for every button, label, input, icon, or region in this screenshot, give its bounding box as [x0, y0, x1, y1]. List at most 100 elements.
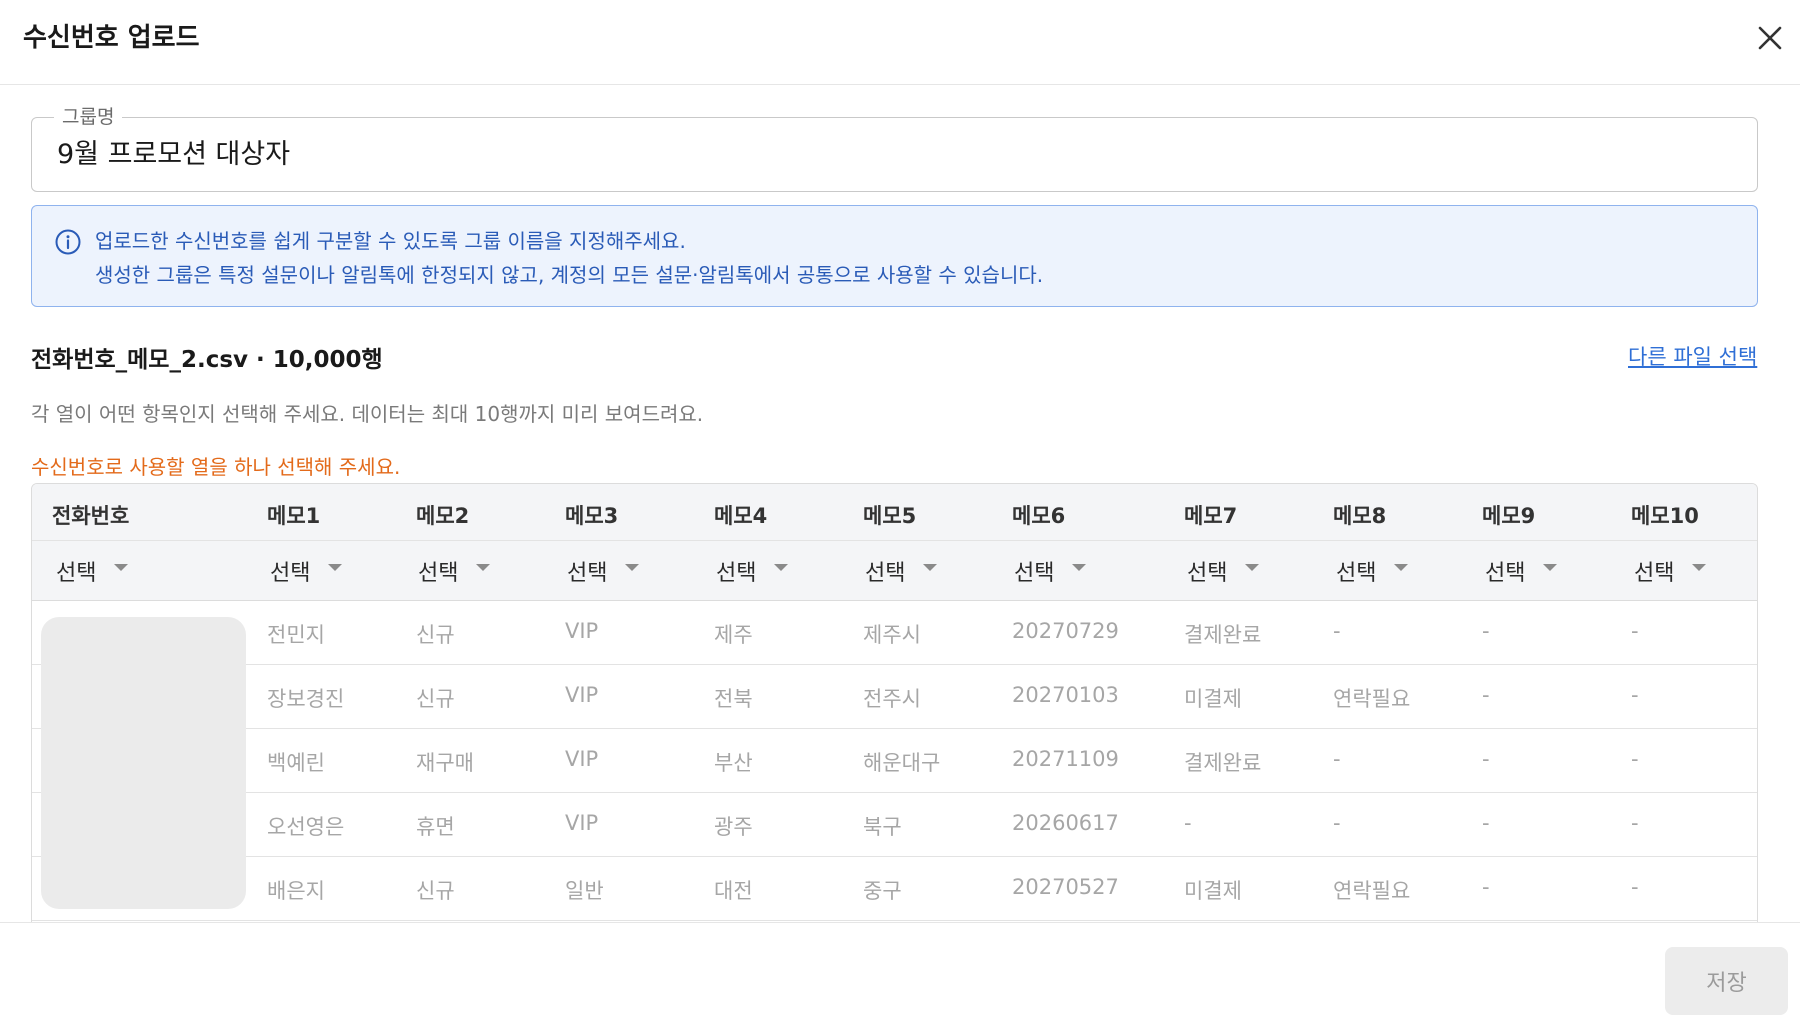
table-cell: -	[1631, 811, 1639, 835]
caret-down-icon	[1072, 563, 1087, 571]
column-type-dropdown[interactable]: 선택	[270, 553, 343, 589]
table-cell: 결제완료	[1184, 623, 1262, 647]
column-header: 메모7	[1184, 504, 1238, 528]
column-header: 메모6	[1012, 504, 1066, 528]
table-cell: VIP	[565, 747, 599, 771]
caret-down-icon	[476, 563, 491, 571]
column-type-dropdown[interactable]: 선택	[56, 553, 129, 589]
column-type-dropdown[interactable]: 선택	[716, 553, 789, 589]
table-cell: 휴면	[416, 815, 455, 839]
group-name-field: 그룹명	[31, 102, 1758, 192]
caret-down-icon	[1692, 563, 1707, 571]
table-cell: 미결제	[1184, 687, 1242, 711]
dropdown-label: 선택	[1336, 561, 1377, 586]
column-type-dropdown[interactable]: 선택	[865, 553, 938, 589]
table-cell: 전민지	[267, 623, 325, 647]
table-cell: -	[1333, 747, 1341, 771]
table-cell: -	[1631, 619, 1639, 643]
save-button[interactable]: 저장	[1665, 947, 1788, 1015]
phone-column-warning: 수신번호로 사용할 열을 하나 선택해 주세요.	[31, 455, 401, 479]
table-cell: -	[1482, 875, 1490, 899]
table-cell: 제주	[714, 623, 753, 647]
table-cell: VIP	[565, 811, 599, 835]
column-header: 메모3	[565, 504, 619, 528]
table-row: 장보경진 신규 VIP 전북 전주시 20270103 미결제 연락필요 - -	[32, 665, 1757, 729]
table-cell: -	[1482, 747, 1490, 771]
table-cell: 신규	[416, 687, 455, 711]
column-type-dropdown[interactable]: 선택	[1187, 553, 1260, 589]
table-cell: 신규	[416, 623, 455, 647]
table-row: 오선영은 휴면 VIP 광주 북구 20260617 - - - -	[32, 793, 1757, 857]
table-cell: -	[1631, 875, 1639, 899]
dropdown-label: 선택	[1634, 561, 1675, 586]
column-header: 메모4	[714, 504, 768, 528]
table-cell: -	[1184, 811, 1192, 835]
dropdown-label: 선택	[567, 561, 608, 586]
table-cell: 전북	[714, 687, 753, 711]
caret-down-icon	[1394, 563, 1409, 571]
table-cell: 20270103	[1012, 683, 1119, 707]
column-type-dropdown[interactable]: 선택	[1336, 553, 1409, 589]
preview-table: 전화번호 메모1 메모2 메모3 메모4 메모5 메모6 메모7 메모8 메모9 메모10 선택 선택…	[31, 483, 1758, 923]
table-cell: 미결제	[1184, 879, 1242, 903]
table-cell: 북구	[863, 815, 902, 839]
table-cell: 중구	[863, 879, 902, 903]
table-cell: -	[1333, 811, 1341, 835]
group-name-input[interactable]	[57, 136, 1657, 167]
table-cell: 연락필요	[1333, 879, 1411, 903]
group-name-label: 그룹명	[54, 102, 123, 129]
column-header: 메모8	[1333, 504, 1387, 528]
column-type-dropdown[interactable]: 선택	[1485, 553, 1558, 589]
table-row: 배은지 신규 일반 대전 중구 20270527 미결제 연락필요 - -	[32, 857, 1757, 921]
column-description: 각 열이 어떤 항목인지 선택해 주세요. 데이터는 최대 10행까지 미리 보…	[31, 402, 704, 426]
table-cell: 오선영은	[267, 815, 345, 839]
phone-column-mask	[41, 617, 246, 909]
column-header: 메모2	[416, 504, 470, 528]
caret-down-icon	[328, 563, 343, 571]
table-cell: 대전	[714, 879, 753, 903]
dropdown-label: 선택	[270, 561, 311, 586]
table-cell: -	[1631, 683, 1639, 707]
dropdown-label: 선택	[56, 561, 97, 586]
close-icon[interactable]	[1750, 18, 1790, 58]
table-cell: 전주시	[863, 687, 921, 711]
caret-down-icon	[114, 563, 129, 571]
info-banner: 업로드한 수신번호를 쉽게 구분할 수 있도록 그룹 이름을 지정해주세요. 생…	[31, 205, 1758, 307]
table-cell: 해운대구	[863, 751, 941, 775]
column-header: 메모9	[1482, 504, 1536, 528]
table-cell: 20260617	[1012, 811, 1119, 835]
table-cell: VIP	[565, 683, 599, 707]
table-cell: 연락필요	[1333, 687, 1411, 711]
table-cell: -	[1631, 747, 1639, 771]
table-cell: 백예린	[267, 751, 325, 775]
table-cell: 20271109	[1012, 747, 1119, 771]
change-file-link[interactable]: 다른 파일 선택	[1628, 341, 1757, 371]
table-cell: 20270729	[1012, 619, 1119, 643]
file-name: 전화번호_메모_2.csv · 10,000행	[31, 347, 383, 373]
column-type-dropdown[interactable]: 선택	[1634, 553, 1707, 589]
dropdown-label: 선택	[1485, 561, 1526, 586]
table-cell: 장보경진	[267, 687, 345, 711]
footer-divider	[0, 922, 1800, 923]
dropdown-label: 선택	[418, 561, 459, 586]
column-type-dropdown[interactable]: 선택	[1014, 553, 1087, 589]
table-cell: 20270527	[1012, 875, 1119, 899]
column-type-dropdown[interactable]: 선택	[418, 553, 491, 589]
info-text-line1: 업로드한 수신번호를 쉽게 구분할 수 있도록 그룹 이름을 지정해주세요.	[95, 229, 686, 253]
table-cell: -	[1482, 683, 1490, 707]
table-cell: 제주시	[863, 623, 921, 647]
table-cell: VIP	[565, 619, 599, 643]
dropdown-label: 선택	[716, 561, 757, 586]
column-type-dropdown[interactable]: 선택	[567, 553, 640, 589]
modal-title: 수신번호 업로드	[23, 23, 200, 53]
table-cell: 부산	[714, 751, 753, 775]
dropdown-label: 선택	[1187, 561, 1228, 586]
table-cell: -	[1333, 619, 1341, 643]
column-type-select-row: 선택 선택 선택 선택 선택 선택 선택 선택 선택 선택 선택	[32, 541, 1757, 601]
info-text-line2: 생성한 그룹은 특정 설문이나 알림톡에 한정되지 않고, 계정의 모든 설문·…	[95, 263, 1044, 287]
caret-down-icon	[625, 563, 640, 571]
table-cell: 결제완료	[1184, 751, 1262, 775]
dropdown-label: 선택	[865, 561, 906, 586]
column-header: 메모5	[863, 504, 917, 528]
caret-down-icon	[923, 563, 938, 571]
